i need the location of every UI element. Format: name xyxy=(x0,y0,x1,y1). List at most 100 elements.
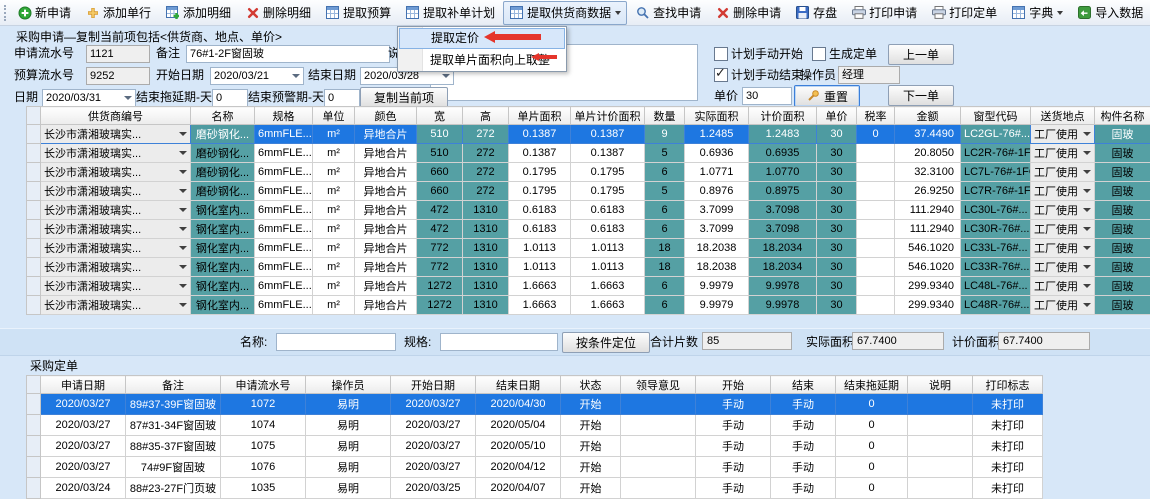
chevron-down-icon[interactable] xyxy=(1083,170,1091,174)
chevron-down-icon[interactable] xyxy=(615,11,621,15)
table-row[interactable]: 长沙市潇湘玻璃实...磨砂钢化...6mmFLE...m²异地合片6602720… xyxy=(27,182,1150,201)
dropdown-cell[interactable]: 工厂使用 xyxy=(1031,125,1095,144)
column-header[interactable]: 备注 xyxy=(126,376,221,394)
remark-field[interactable]: 76#1-2F窗固玻 xyxy=(186,45,390,63)
dropdown-cell[interactable]: 长沙市潇湘玻璃实... xyxy=(41,239,191,258)
dropdown-cell[interactable]: 长沙市潇湘玻璃实... xyxy=(41,220,191,239)
table-row[interactable]: 长沙市潇湘玻璃实...钢化室内...6mmFLE...m²异地合片7721310… xyxy=(27,258,1150,277)
column-header[interactable]: 供货商编号 xyxy=(41,107,191,125)
column-header[interactable]: 税率 xyxy=(857,107,895,125)
start-date-combo[interactable]: 2020/03/21 xyxy=(210,67,304,85)
dropdown-cell[interactable]: 工厂使用 xyxy=(1031,182,1095,201)
toolbar-button-dictionary[interactable]: 字典 xyxy=(1005,1,1069,25)
dropdown-cell[interactable]: 工厂使用 xyxy=(1031,239,1095,258)
dropdown-cell[interactable]: 长沙市潇湘玻璃实... xyxy=(41,125,191,144)
dropdown-cell[interactable]: 长沙市潇湘玻璃实... xyxy=(41,182,191,201)
dropdown-cell[interactable]: 长沙市潇湘玻璃实... xyxy=(41,277,191,296)
chevron-down-icon[interactable] xyxy=(179,284,187,288)
column-header[interactable]: 结束拖延期 xyxy=(836,376,908,394)
table-row[interactable]: 2020/03/2789#37-39F窗固玻1072易明2020/03/2720… xyxy=(27,394,1043,415)
table-row[interactable]: 长沙市潇湘玻璃实...磨砂钢化...6mmFLE...m²异地合片5102720… xyxy=(27,144,1150,163)
table-row[interactable]: 2020/03/2787#31-34F窗固玻1074易明2020/03/2720… xyxy=(27,415,1043,436)
column-header[interactable]: 操作员 xyxy=(306,376,391,394)
toolbar-button-import-data[interactable]: 导入数据 xyxy=(1071,1,1149,25)
chevron-down-icon[interactable] xyxy=(1083,189,1091,193)
column-header[interactable]: 计价面积 xyxy=(749,107,817,125)
budget-no-field[interactable]: 9252 xyxy=(86,67,150,85)
chevron-down-icon[interactable] xyxy=(179,170,187,174)
table-row[interactable]: 2020/03/2788#35-37F窗固玻1075易明2020/03/2720… xyxy=(27,436,1043,457)
date-combo[interactable]: 2020/03/31 xyxy=(42,89,136,107)
column-header[interactable]: 单位 xyxy=(313,107,355,125)
chevron-down-icon[interactable] xyxy=(179,227,187,231)
chevron-down-icon[interactable] xyxy=(1083,284,1091,288)
column-header[interactable]: 结束 xyxy=(771,376,836,394)
column-header[interactable]: 名称 xyxy=(191,107,255,125)
toolbar-button-delete-request[interactable]: 删除申请 xyxy=(709,1,787,25)
dropdown-cell[interactable]: 工厂使用 xyxy=(1031,296,1095,315)
toolbar-button-extract-budget[interactable]: 提取预算 xyxy=(319,1,397,25)
chevron-down-icon[interactable] xyxy=(1083,208,1091,212)
column-header[interactable]: 结束日期 xyxy=(476,376,561,394)
column-header[interactable]: 单价 xyxy=(817,107,857,125)
column-header[interactable]: 状态 xyxy=(561,376,621,394)
table-row[interactable]: 长沙市潇湘玻璃实...钢化室内...6mmFLE...m²异地合片4721310… xyxy=(27,201,1150,220)
spec-filter-input[interactable] xyxy=(440,333,558,351)
column-header[interactable]: 高 xyxy=(463,107,509,125)
previous-order-button[interactable]: 上一单 xyxy=(888,44,954,65)
table-row[interactable]: 2020/03/2774#9F窗固玻1076易明2020/03/272020/0… xyxy=(27,457,1043,478)
column-header[interactable]: 开始 xyxy=(696,376,771,394)
table-row[interactable]: 长沙市潇湘玻璃实...钢化室内...6mmFLE...m²异地合片7721310… xyxy=(27,239,1150,258)
dropdown-cell[interactable]: 工厂使用 xyxy=(1031,163,1095,182)
chevron-down-icon[interactable] xyxy=(1083,151,1091,155)
reset-button[interactable]: 重置 xyxy=(794,85,860,107)
toolbar-button-find-request[interactable]: 查找申请 xyxy=(629,1,707,25)
table-row[interactable]: 长沙市潇湘玻璃实...钢化室内...6mmFLE...m²异地合片1272131… xyxy=(27,296,1150,315)
toolbar-button-new-request[interactable]: 新申请 xyxy=(11,1,77,25)
column-header[interactable]: 申请流水号 xyxy=(221,376,306,394)
chevron-down-icon[interactable] xyxy=(179,189,187,193)
end-delay-field[interactable]: 0 xyxy=(212,89,248,107)
end-warn-field[interactable]: 0 xyxy=(324,89,360,107)
dropdown-cell[interactable]: 长沙市潇湘玻璃实... xyxy=(41,163,191,182)
column-header[interactable]: 数量 xyxy=(645,107,685,125)
chevron-down-icon[interactable] xyxy=(179,208,187,212)
copy-current-button[interactable]: 复制当前项 xyxy=(360,87,448,108)
chevron-down-icon[interactable] xyxy=(1083,227,1091,231)
chevron-down-icon[interactable] xyxy=(1083,265,1091,269)
dropdown-cell[interactable]: 工厂使用 xyxy=(1031,201,1095,220)
table-row[interactable]: 长沙市潇湘玻璃实...磨砂钢化...6mmFLE...m²异地合片6602720… xyxy=(27,163,1150,182)
column-header[interactable]: 送货地点 xyxy=(1031,107,1095,125)
column-header[interactable]: 构件名称 xyxy=(1095,107,1150,125)
column-header[interactable]: 开始日期 xyxy=(391,376,476,394)
dropdown-cell[interactable]: 长沙市潇湘玻璃实... xyxy=(41,201,191,220)
name-filter-input[interactable] xyxy=(276,333,396,351)
chevron-down-icon[interactable] xyxy=(124,96,132,100)
chevron-down-icon[interactable] xyxy=(1083,246,1091,250)
column-header[interactable]: 申请日期 xyxy=(41,376,126,394)
column-header[interactable]: 单片计价面积 xyxy=(571,107,645,125)
toolbar-button-extract-supplier-data[interactable]: 提取供货商数据 xyxy=(503,1,627,25)
operator-field[interactable]: 经理 xyxy=(838,66,900,84)
dropdown-cell[interactable]: 长沙市潇湘玻璃实... xyxy=(41,258,191,277)
dropdown-cell[interactable]: 工厂使用 xyxy=(1031,258,1095,277)
toolbar-button-save[interactable]: 存盘 xyxy=(789,1,843,25)
table-row[interactable]: 2020/03/2488#23-27F门页玻1035易明2020/03/2520… xyxy=(27,478,1043,499)
chevron-down-icon[interactable] xyxy=(179,265,187,269)
generate-order-checkbox[interactable] xyxy=(812,47,826,61)
chevron-down-icon[interactable] xyxy=(179,246,187,250)
toolbar-button-add-single-row[interactable]: 添加单行 xyxy=(79,1,157,25)
dropdown-cell[interactable]: 长沙市潇湘玻璃实... xyxy=(41,144,191,163)
toolbar-button-print-order[interactable]: 打印定单 xyxy=(925,1,1003,25)
chevron-down-icon[interactable] xyxy=(1057,11,1063,15)
column-header[interactable]: 窗型代码 xyxy=(961,107,1031,125)
chevron-down-icon[interactable] xyxy=(1083,303,1091,307)
column-header[interactable]: 说明 xyxy=(908,376,973,394)
column-header[interactable]: 领导意见 xyxy=(621,376,696,394)
toolbar-button-print-request[interactable]: 打印申请 xyxy=(845,1,923,25)
toolbar-button-delete-detail[interactable]: 删除明细 xyxy=(239,1,317,25)
dropdown-cell[interactable]: 长沙市潇湘玻璃实... xyxy=(41,296,191,315)
next-order-button[interactable]: 下一单 xyxy=(888,85,954,106)
column-header[interactable]: 打印标志 xyxy=(973,376,1043,394)
chevron-down-icon[interactable] xyxy=(292,74,300,78)
